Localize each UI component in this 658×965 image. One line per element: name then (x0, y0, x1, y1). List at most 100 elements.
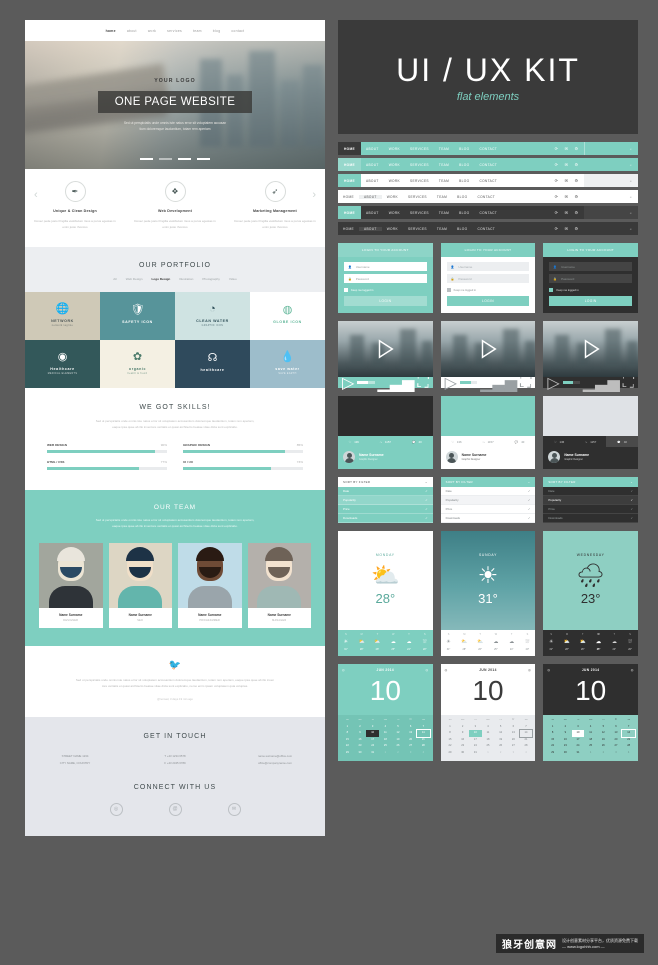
nav-item-team[interactable]: TEAM (432, 195, 452, 199)
stat-share-icon[interactable]: ⤳ 1157 (370, 436, 402, 447)
search-icon[interactable]: ⌕ (584, 222, 638, 235)
nav-item-services[interactable]: SERVICES (405, 179, 434, 183)
filter-option-popularity[interactable]: Popularity ✓ (543, 496, 638, 505)
team-member-1[interactable]: Name Surname SEO (108, 542, 172, 628)
portfolio-tab-5[interactable]: Video (229, 277, 237, 281)
filter-option-downloads[interactable]: Downloads ✓ (440, 514, 536, 523)
keep-logged-in-checkbox[interactable]: Keep me logged in (441, 283, 536, 296)
search-icon[interactable]: ⌕ (584, 206, 638, 219)
calendar-day[interactable]: 3 (610, 750, 623, 756)
nav-item-contact[interactable]: CONTACT (474, 211, 502, 215)
username-field[interactable]: 👤 Username (446, 262, 530, 271)
progress-bar[interactable] (562, 381, 580, 384)
stat-heart-icon[interactable]: ♡ 136 (338, 436, 370, 447)
filter-header[interactable]: SORT BY FILTER ⌄ (338, 477, 433, 487)
filter-option-price[interactable]: Price ✓ (543, 505, 638, 514)
filter-option-price[interactable]: Price ✓ (440, 505, 536, 514)
portfolio-tab-1[interactable]: Web Design (126, 277, 143, 281)
portfolio-tile-7[interactable]: 💧 save water SAVE EARTH (250, 339, 325, 388)
navbar-variant-4[interactable]: HOME ABOUT WORK SERVICES TEAM BLOG CONTACT ⟳ ✉ ⚙ ⌕ (338, 206, 638, 219)
login-button[interactable]: LOGIN (549, 296, 632, 306)
gear-icon[interactable]: ⚙ (573, 177, 580, 184)
password-field[interactable]: 🔒 Password (549, 274, 632, 283)
nav-item-team[interactable]: TEAM (434, 211, 454, 215)
nav-item-work[interactable]: WORK (382, 227, 403, 231)
envelope-icon[interactable]: ✉ (563, 193, 570, 200)
search-icon[interactable]: ⌕ (584, 142, 638, 155)
calendar-day[interactable]: 1 (379, 750, 392, 756)
portfolio-filter-tabs[interactable]: All Web Design Logo Design Illustration Phot… (25, 277, 325, 281)
at-circle-icon[interactable]: @ (168, 802, 182, 816)
login-button[interactable]: LOGIN (446, 296, 530, 306)
nav-item-team[interactable]: TEAM (434, 163, 454, 167)
nav-item-home[interactable]: HOME (338, 206, 361, 219)
site-nav-item-work[interactable]: work (148, 29, 156, 33)
keep-logged-in-checkbox[interactable]: Keep me logged in (338, 283, 433, 296)
social-links[interactable]: ◎ @ ✉ (25, 802, 325, 816)
video-screen[interactable] (543, 321, 638, 377)
nav-item-home[interactable]: HOME (338, 195, 359, 199)
site-nav-item-blog[interactable]: blog (213, 29, 221, 33)
portfolio-tile-1[interactable]: 🛡 SAFETY ICON (100, 291, 175, 340)
chevron-down-icon[interactable]: ⌄ (630, 480, 633, 484)
refresh-icon[interactable]: ⟳ (553, 145, 560, 152)
nav-item-services[interactable]: SERVICES (405, 211, 434, 215)
keep-logged-in-checkbox[interactable]: Keep me logged in (543, 283, 638, 296)
password-field[interactable]: 🔒 Password (344, 274, 427, 283)
nav-item-about[interactable]: ABOUT (361, 163, 384, 167)
nav-item-home[interactable]: HOME (338, 174, 361, 187)
gear-icon[interactable]: ⚙ (573, 145, 580, 152)
filter-header[interactable]: SORT BY FILTER ⌄ (543, 477, 638, 487)
nav-item-about[interactable]: ABOUT (361, 211, 384, 215)
next-circle-icon[interactable]: ◎ (425, 668, 428, 672)
next-circle-icon[interactable]: ◎ (528, 668, 531, 672)
navbar-variant-3[interactable]: HOME ABOUT WORK SERVICES TEAM BLOG CONTACT ⟳ ✉ ⚙ ⌕ (338, 190, 638, 203)
stat-comment-icon[interactable]: 💬 40 (606, 436, 638, 447)
team-member-0[interactable]: Name Surname DESIGNER (39, 542, 103, 628)
search-icon[interactable]: ⌕ (584, 174, 638, 187)
filter-header[interactable]: SORT BY FILTER ⌄ (440, 477, 536, 487)
calendar-day[interactable]: 2 (597, 750, 610, 756)
play-icon[interactable] (441, 321, 536, 377)
nav-item-team[interactable]: TEAM (432, 227, 452, 231)
calendar-day[interactable]: 3 (507, 750, 520, 756)
site-navbar[interactable]: home about work services team blog contact (25, 20, 325, 41)
refresh-icon[interactable]: ⟳ (553, 209, 560, 216)
navbar-variant-0[interactable]: HOME ABOUT WORK SERVICES TEAM BLOG CONTACT ⟳ ✉ ⚙ ⌕ (338, 142, 638, 155)
nav-item-work[interactable]: WORK (382, 195, 403, 199)
nav-item-blog[interactable]: BLOG (454, 179, 474, 183)
nav-item-home[interactable]: HOME (338, 158, 361, 171)
features-next-arrow-icon[interactable]: › (312, 189, 316, 201)
username-field[interactable]: 👤 Username (549, 262, 632, 271)
search-circle-icon[interactable]: ◎ (109, 802, 123, 816)
progress-bar[interactable] (459, 381, 478, 384)
calendar-day[interactable]: 30 (559, 750, 572, 756)
site-nav-item-team[interactable]: team (193, 29, 202, 33)
chevron-down-icon[interactable]: ⌄ (425, 480, 428, 484)
calendar-day[interactable]: 1 (584, 750, 597, 756)
filter-option-popularity[interactable]: Popularity ✓ (338, 496, 433, 505)
portfolio-tab-3[interactable]: Illustration (179, 277, 193, 281)
envelope-icon[interactable]: ✉ (563, 161, 570, 168)
nav-item-blog[interactable]: BLOG (452, 227, 472, 231)
calendar-day[interactable]: 4 (520, 750, 533, 756)
calendar-day[interactable]: 31 (366, 750, 379, 756)
password-field[interactable]: 🔒 Password (446, 274, 530, 283)
filter-option-date[interactable]: Date ✓ (338, 487, 433, 496)
nav-item-home[interactable]: HOME (338, 142, 361, 155)
calendar-day[interactable]: 1 (482, 750, 495, 756)
stat-comment-icon[interactable]: 💬 40 (401, 436, 433, 447)
calendar-day[interactable]: 31 (572, 750, 585, 756)
envelope-icon[interactable]: ✉ (563, 225, 570, 232)
calendar-day[interactable]: 2 (392, 750, 405, 756)
nav-item-contact[interactable]: CONTACT (474, 163, 502, 167)
nav-item-contact[interactable]: CONTACT (472, 227, 500, 231)
nav-item-about[interactable]: ABOUT (358, 226, 382, 231)
video-screen[interactable] (338, 321, 433, 377)
nav-item-services[interactable]: SERVICES (405, 163, 434, 167)
features-prev-arrow-icon[interactable]: ‹ (34, 189, 38, 201)
mail-circle-icon[interactable]: ✉ (227, 802, 241, 816)
filter-option-downloads[interactable]: Downloads ✓ (543, 514, 638, 523)
filter-option-price[interactable]: Price ✓ (338, 505, 433, 514)
calendar-day[interactable]: 29 (444, 750, 457, 756)
